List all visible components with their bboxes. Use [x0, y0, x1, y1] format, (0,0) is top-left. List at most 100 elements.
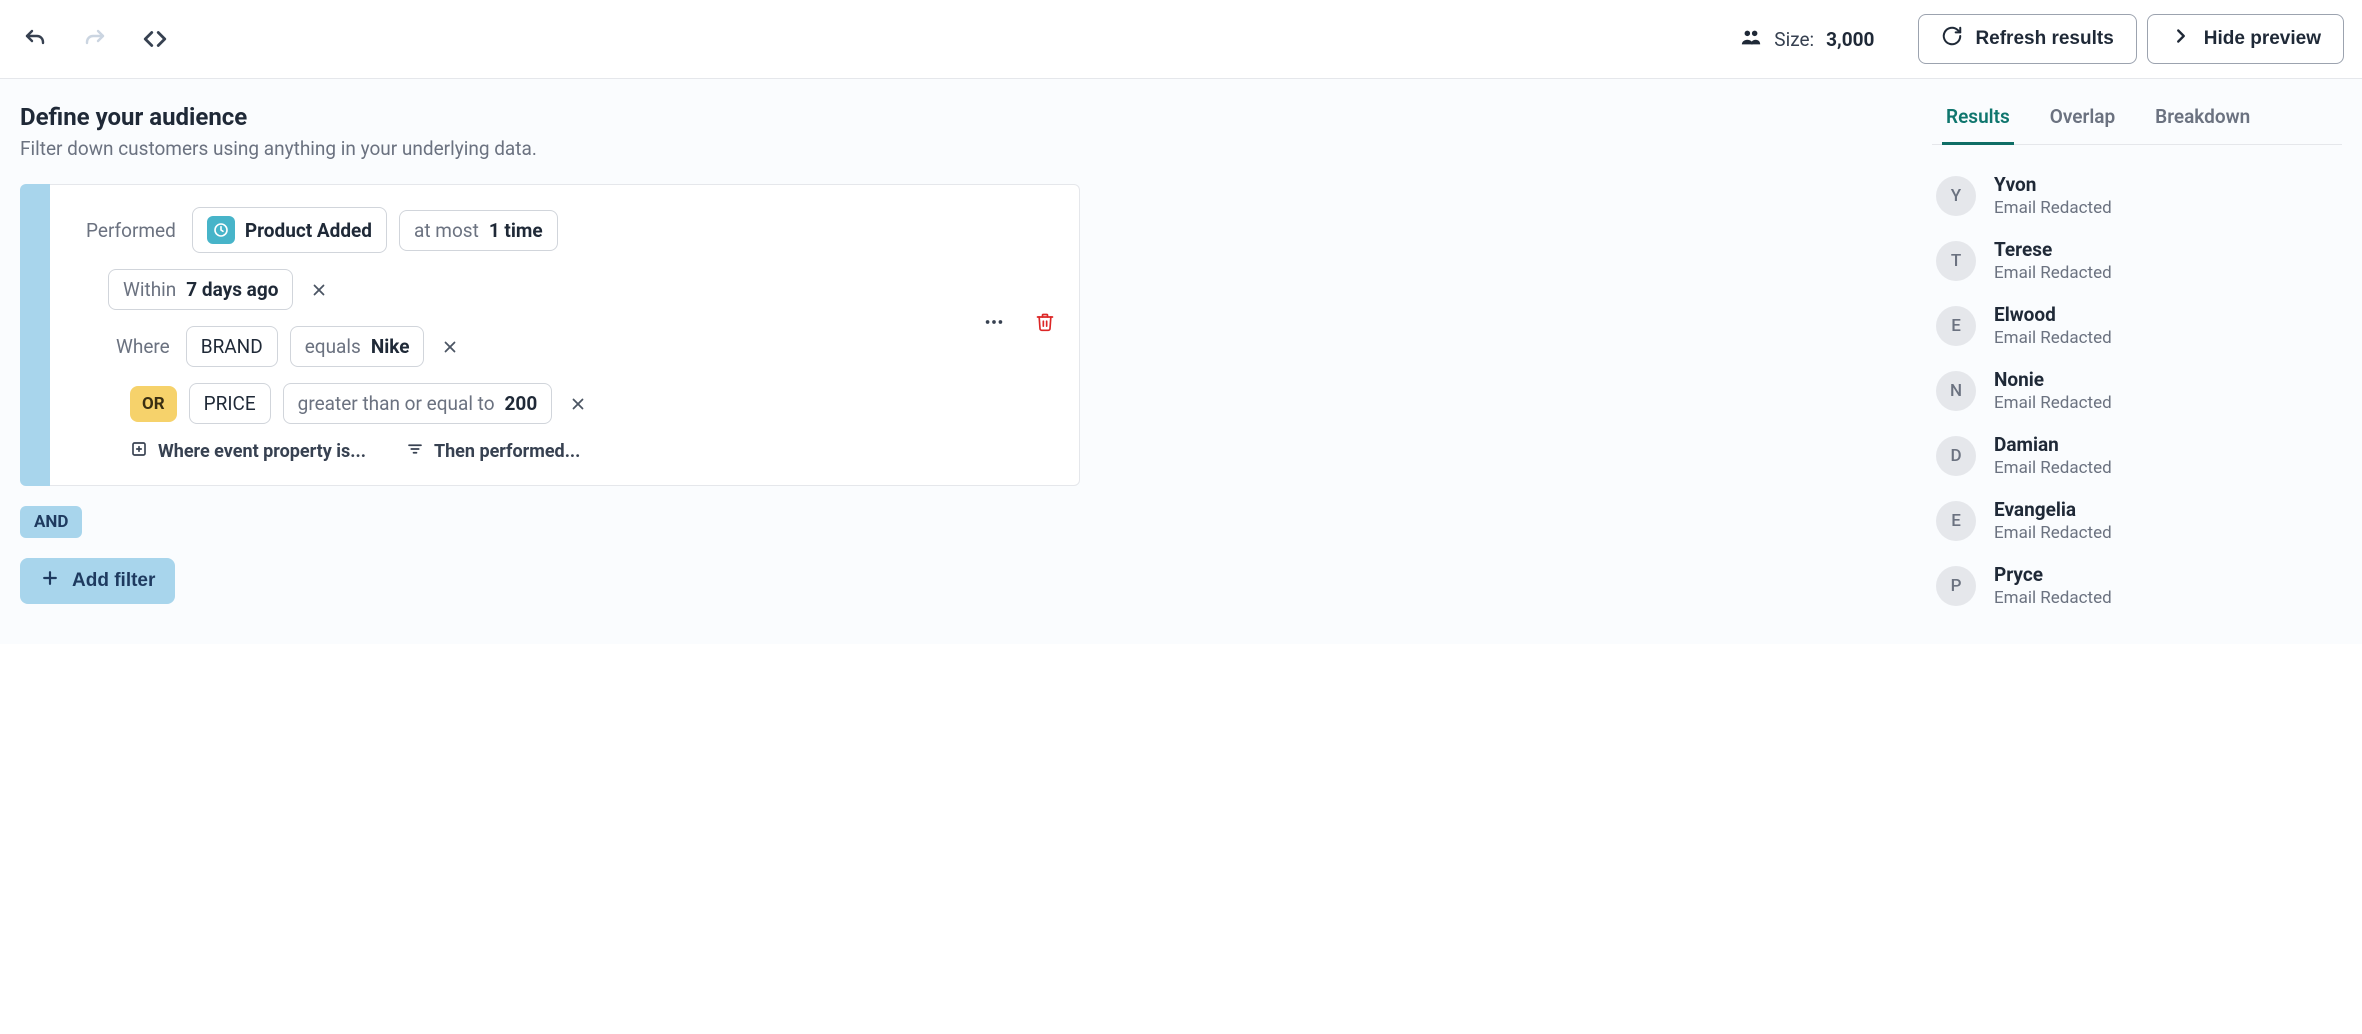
- filter-accent: [20, 184, 50, 486]
- result-name: Nonie: [1994, 368, 2112, 391]
- prop-price-chip[interactable]: PRICE: [189, 383, 271, 424]
- remove-price-icon[interactable]: [564, 390, 592, 418]
- refresh-label: Refresh results: [1975, 28, 2113, 50]
- where-label: Where: [116, 335, 170, 358]
- result-text: Pryce Email Redacted: [1994, 563, 2112, 608]
- avatar: E: [1936, 501, 1976, 541]
- result-text: Damian Email Redacted: [1994, 433, 2112, 478]
- result-sub: Email Redacted: [1994, 523, 2112, 543]
- prop-brand-chip[interactable]: BRAND: [186, 326, 278, 367]
- count-chip[interactable]: at most 1 time: [399, 210, 558, 251]
- result-text: Evangelia Email Redacted: [1994, 498, 2112, 543]
- add-filter-button[interactable]: Add filter: [20, 558, 175, 604]
- where-event-property-label: Where event property is...: [158, 441, 366, 462]
- price-value-chip[interactable]: greater than or equal to 200: [283, 383, 553, 424]
- toolbar: Size: 3,000 Refresh results Hide preview: [0, 0, 2362, 79]
- chevron-right-icon: [2170, 25, 2192, 53]
- more-icon[interactable]: [983, 311, 1005, 337]
- redo-icon: [78, 22, 112, 56]
- performed-row: Performed Product Added at most 1 time: [86, 207, 1055, 253]
- undo-icon[interactable]: [18, 22, 52, 56]
- then-performed-button[interactable]: Then performed...: [406, 440, 580, 463]
- refresh-results-button[interactable]: Refresh results: [1918, 14, 2136, 64]
- result-sub: Email Redacted: [1994, 393, 2112, 413]
- result-sub: Email Redacted: [1994, 588, 2112, 608]
- result-item[interactable]: P Pryce Email Redacted: [1932, 553, 2342, 618]
- within-value: 7 days ago: [186, 278, 278, 301]
- result-item[interactable]: T Terese Email Redacted: [1932, 228, 2342, 293]
- plus-icon: [40, 568, 60, 594]
- result-item[interactable]: D Damian Email Redacted: [1932, 423, 2342, 488]
- result-item[interactable]: Y Yvon Email Redacted: [1932, 163, 2342, 228]
- event-chip[interactable]: Product Added: [192, 207, 387, 253]
- results-list: Y Yvon Email Redacted T Terese Email Red…: [1932, 163, 2342, 618]
- result-item[interactable]: E Elwood Email Redacted: [1932, 293, 2342, 358]
- result-sub: Email Redacted: [1994, 263, 2112, 283]
- page-subtitle: Filter down customers using anything in …: [20, 137, 1912, 160]
- avatar: E: [1936, 306, 1976, 346]
- within-chip[interactable]: Within 7 days ago: [108, 269, 293, 310]
- result-name: Pryce: [1994, 563, 2112, 586]
- then-performed-label: Then performed...: [434, 441, 580, 462]
- where-event-property-button[interactable]: Where event property is...: [130, 440, 366, 463]
- result-item[interactable]: E Evangelia Email Redacted: [1932, 488, 2342, 553]
- code-icon[interactable]: [138, 22, 172, 56]
- brand-op: equals: [305, 335, 361, 358]
- left-pane: Define your audience Filter down custome…: [0, 79, 1912, 644]
- filter-card-actions: [983, 311, 1055, 337]
- avatar: D: [1936, 436, 1976, 476]
- brand-val: Nike: [371, 335, 410, 358]
- result-name: Evangelia: [1994, 498, 2112, 521]
- clock-icon: [207, 216, 235, 244]
- avatar: N: [1936, 371, 1976, 411]
- avatar: P: [1936, 566, 1976, 606]
- count-value: 1 time: [489, 219, 543, 242]
- right-pane: Results Overlap Breakdown Y Yvon Email R…: [1912, 79, 2362, 644]
- result-sub: Email Redacted: [1994, 458, 2112, 478]
- count-prefix: at most: [414, 219, 479, 242]
- filter-footer-actions: Where event property is... Then performe…: [130, 440, 1055, 463]
- result-name: Damian: [1994, 433, 2112, 456]
- within-prefix: Within: [123, 278, 176, 301]
- where-row: Where BRAND equals Nike: [116, 326, 1055, 367]
- within-row: Within 7 days ago: [108, 269, 1055, 310]
- remove-within-icon[interactable]: [305, 276, 333, 304]
- preview-tabs: Results Overlap Breakdown: [1932, 97, 2342, 145]
- filter-card: Performed Product Added at most 1 time: [50, 184, 1080, 486]
- tab-breakdown[interactable]: Breakdown: [2151, 97, 2254, 145]
- avatar: Y: [1936, 176, 1976, 216]
- and-chip[interactable]: AND: [20, 506, 82, 538]
- price-val: 200: [505, 392, 538, 415]
- result-name: Yvon: [1994, 173, 2112, 196]
- result-text: Nonie Email Redacted: [1994, 368, 2112, 413]
- add-filter-label: Add filter: [72, 570, 155, 592]
- toolbar-left: [18, 22, 172, 56]
- refresh-icon: [1941, 25, 1963, 53]
- brand-value-chip[interactable]: equals Nike: [290, 326, 425, 367]
- result-sub: Email Redacted: [1994, 328, 2112, 348]
- prop-brand: BRAND: [201, 335, 263, 358]
- tab-results[interactable]: Results: [1942, 97, 2014, 145]
- result-sub: Email Redacted: [1994, 198, 2112, 218]
- result-text: Elwood Email Redacted: [1994, 303, 2112, 348]
- plus-square-icon: [130, 440, 148, 463]
- tab-overlap[interactable]: Overlap: [2046, 97, 2119, 145]
- event-name: Product Added: [245, 219, 372, 242]
- filter-block: Performed Product Added at most 1 time: [20, 184, 1080, 486]
- remove-brand-icon[interactable]: [436, 333, 464, 361]
- result-name: Elwood: [1994, 303, 2112, 326]
- trash-icon[interactable]: [1035, 312, 1055, 336]
- result-item[interactable]: N Nonie Email Redacted: [1932, 358, 2342, 423]
- result-text: Yvon Email Redacted: [1994, 173, 2112, 218]
- main: Define your audience Filter down custome…: [0, 79, 2362, 644]
- result-name: Terese: [1994, 238, 2112, 261]
- price-op: greater than or equal to: [298, 392, 495, 415]
- prop-price: PRICE: [204, 392, 256, 415]
- or-chip[interactable]: OR: [130, 386, 177, 422]
- size-value: 3,000: [1826, 28, 1874, 51]
- audience-size: Size: 3,000: [1740, 26, 1874, 53]
- people-icon: [1740, 26, 1762, 53]
- hide-preview-button[interactable]: Hide preview: [2147, 14, 2344, 64]
- or-row: OR PRICE greater than or equal to 200: [130, 383, 1055, 424]
- performed-label: Performed: [86, 219, 176, 242]
